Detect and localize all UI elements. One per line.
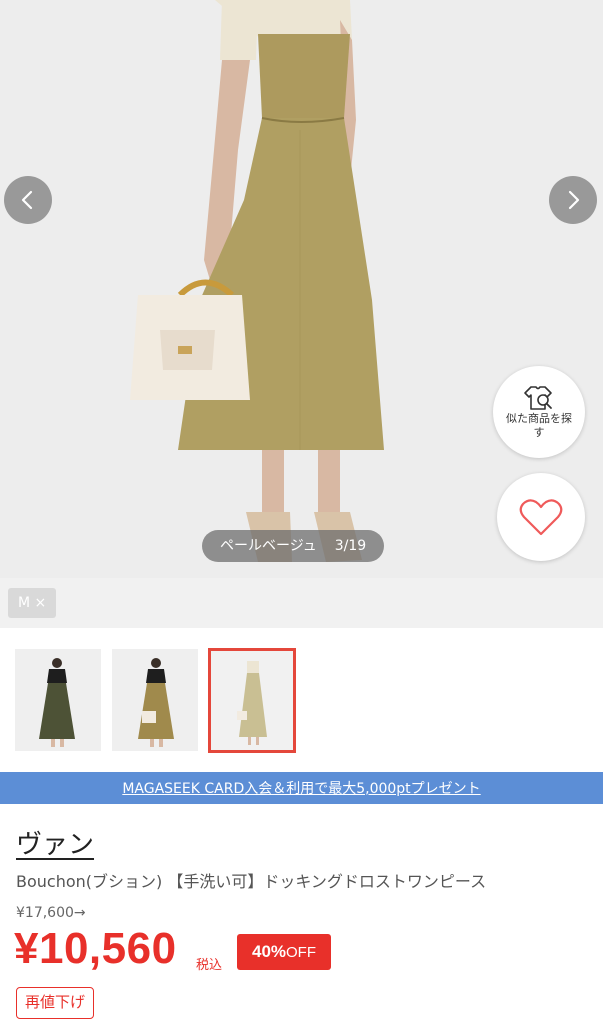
tax-included-label: 税込 [196,958,223,973]
thumbnail-khaki[interactable] [15,649,101,751]
magaseek-card-banner[interactable]: MAGASEEK CARD入会＆利用で最大5,000ptプレゼント [0,772,603,804]
thumbnail-beige[interactable] [112,649,198,751]
discount-badge: 40% OFF [237,934,331,970]
color-name: ペールベージュ [220,538,317,554]
similar-items-button[interactable]: 似た商品を探す [493,366,585,458]
shirt-search-icon [524,386,552,410]
favorite-button[interactable] [497,473,585,561]
image-counter: 3/19 [334,538,367,554]
sale-price: ¥10,560 [14,924,177,973]
size-chip-m[interactable]: M × [8,588,57,618]
discount-suffix: OFF [286,944,317,961]
color-counter-pill: ペールベージュ 3/19 [202,530,385,562]
brand-link[interactable]: ヴァン [16,824,94,861]
banner-link-text[interactable]: MAGASEEK CARD入会＆利用で最大5,000ptプレゼント [122,778,480,798]
thumbnail-strip [0,628,603,772]
original-price: ¥17,600→ [16,905,86,921]
reprice-badge: 再値下げ [16,987,95,1019]
size-filter-row: M × [0,578,603,628]
discount-percent: 40% [251,942,287,961]
product-image-gallery[interactable]: 似た商品を探す ペールベージュ 3/19 [0,0,603,578]
chevron-right-icon [568,190,580,210]
prev-image-button[interactable] [4,176,52,224]
heart-outline-icon [519,499,563,536]
similar-items-label: 似た商品を探す [506,412,572,439]
next-image-button[interactable] [549,176,597,224]
product-name: Bouchon(ブション) 【手洗い可】ドッキングドロストワンピース [16,872,487,891]
thumbnail-pale-beige-selected[interactable] [208,648,296,753]
chevron-left-icon [21,190,33,210]
